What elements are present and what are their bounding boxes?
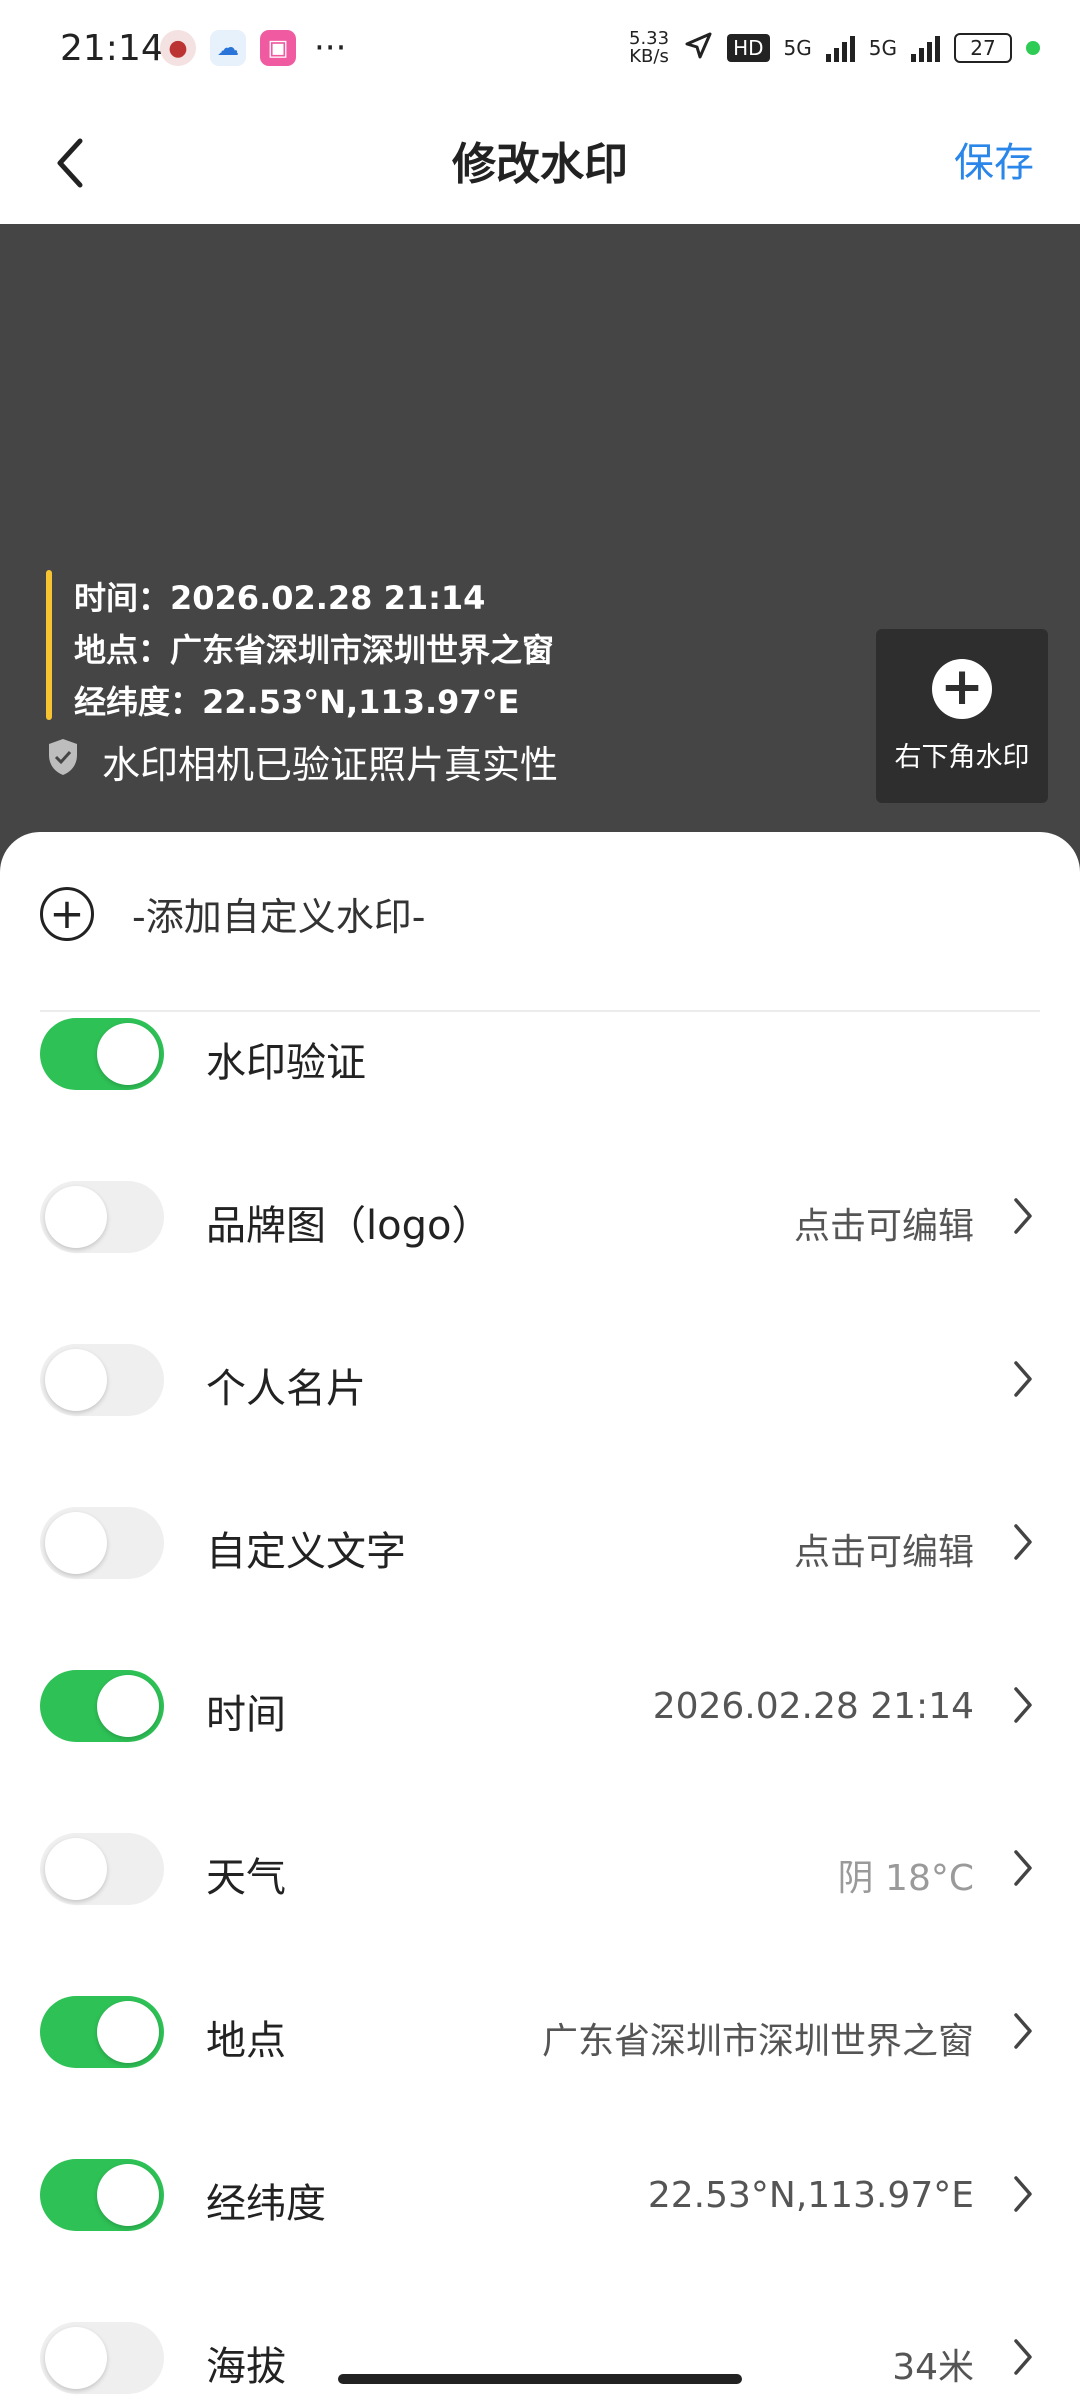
toggle-switch[interactable] xyxy=(40,1670,164,1742)
setting-label: 自定义文字 xyxy=(206,1529,406,1575)
settings-sheet: + -添加自定义水印- 水印验证 品牌图（logo） 点击可编辑 个人名片 自定义文字点… xyxy=(0,832,1080,2401)
setting-row[interactable]: 经纬度 22.53°N,113.97°E xyxy=(0,2135,1080,2255)
setting-label: 经纬度 xyxy=(206,2181,326,2227)
setting-row[interactable]: 天气 阴 18°C xyxy=(0,1809,1080,1929)
toggle-knob xyxy=(97,2164,159,2226)
setting-row[interactable]: 水印验证 xyxy=(0,994,1080,1114)
shield-check-icon xyxy=(46,737,80,786)
bottom-right-watermark-label: 右下角水印 xyxy=(894,741,1030,773)
setting-row[interactable]: 地点 广东省深圳市深圳世界之窗 xyxy=(0,1972,1080,2092)
setting-label: 个人名片 xyxy=(206,1366,366,1412)
add-circle-icon: + xyxy=(40,886,94,941)
setting-value: 点击可编辑 xyxy=(793,1532,974,1573)
setting-label: 时间 xyxy=(206,1692,286,1738)
toggle-knob xyxy=(45,1512,107,1574)
setting-row[interactable]: 海拔 34米 xyxy=(0,2298,1080,2401)
toggle-switch[interactable] xyxy=(40,1996,164,2068)
toggle-knob xyxy=(97,1675,159,1737)
watermark-time-line: 时间：2026.02.28 21:14 xyxy=(74,579,486,617)
setting-label: 地点 xyxy=(206,2018,286,2064)
toggle-knob xyxy=(97,2001,159,2063)
more-notifications-icon: ··· xyxy=(314,28,347,68)
chevron-right-icon xyxy=(1010,2010,1040,2054)
toggle-knob xyxy=(45,2327,107,2389)
setting-label: 海拔 xyxy=(206,2344,286,2390)
setting-value: 22.53°N,113.97°E xyxy=(647,2175,974,2216)
toggle-switch[interactable] xyxy=(40,2322,164,2394)
location-arrow-icon xyxy=(683,31,713,66)
watermark-preview: 时间：2026.02.28 21:14 地点：广东省深圳市深圳世界之窗 经纬度：… xyxy=(0,224,1080,884)
signal-icon-1 xyxy=(825,34,855,62)
setting-value: 广东省深圳市深圳世界之窗 xyxy=(541,2021,974,2062)
chevron-right-icon xyxy=(1010,1358,1040,1402)
watermark-verify-text: 水印相机已验证照片真实性 xyxy=(102,743,559,787)
toggle-knob xyxy=(45,1838,107,1900)
setting-row[interactable]: 个人名片 xyxy=(0,1320,1080,1440)
setting-value: 点击可编辑 xyxy=(793,1206,974,1247)
cloud-app-icon: ☁ xyxy=(210,30,246,66)
title-bar: 修改水印 保存 xyxy=(0,100,1080,224)
net2-label: 5G xyxy=(868,36,897,60)
toggle-switch[interactable] xyxy=(40,2159,164,2231)
network-speed: 5.33 KB/s xyxy=(629,28,670,67)
watermark-location-line: 地点：广东省深圳市深圳世界之窗 xyxy=(74,631,555,669)
setting-label: 水印验证 xyxy=(206,1040,366,1086)
plus-icon: + xyxy=(932,658,992,719)
save-button[interactable]: 保存 xyxy=(954,130,1034,188)
setting-row[interactable]: 品牌图（logo） 点击可编辑 xyxy=(0,1157,1080,1277)
battery-icon: 27 xyxy=(954,33,1012,63)
watermark-verify-line: 水印相机已验证照片真实性 xyxy=(46,734,558,789)
add-custom-watermark-button[interactable]: + -添加自定义水印- xyxy=(40,886,425,941)
page-title: 修改水印 xyxy=(452,139,628,190)
avatar-app-icon: ● xyxy=(160,30,196,66)
watermark-accent-bar xyxy=(46,570,52,720)
bilibili-app-icon: ▣ xyxy=(260,30,296,66)
privacy-indicator-dot xyxy=(1026,41,1040,55)
chevron-right-icon xyxy=(1010,2173,1040,2217)
watermark-coords-line: 经纬度：22.53°N,113.97°E xyxy=(74,683,520,721)
notification-icons: ● ☁ ▣ ··· xyxy=(160,28,346,68)
net1-label: 5G xyxy=(783,36,812,60)
setting-label: 品牌图（logo） xyxy=(206,1203,492,1249)
toggle-knob xyxy=(97,1023,159,1085)
status-bar: 21:14 ● ☁ ▣ ··· 5.33 KB/s HD 5G 5G 27 xyxy=(0,0,1080,100)
toggle-switch[interactable] xyxy=(40,1018,164,1090)
toggle-switch[interactable] xyxy=(40,1833,164,1905)
hd-badge: HD xyxy=(727,34,770,62)
setting-row[interactable]: 时间 2026.02.28 21:14 xyxy=(0,1646,1080,1766)
chevron-right-icon xyxy=(1010,1847,1040,1891)
setting-value: 34米 xyxy=(892,2347,974,2388)
setting-label: 天气 xyxy=(206,1855,286,1901)
toggle-switch[interactable] xyxy=(40,1181,164,1253)
setting-value: 阴 18°C xyxy=(837,1858,974,1899)
home-indicator[interactable] xyxy=(338,2374,742,2384)
chevron-right-icon xyxy=(1010,2336,1040,2380)
bottom-right-watermark-button[interactable]: + 右下角水印 xyxy=(876,629,1048,803)
setting-row[interactable]: 自定义文字 点击可编辑 xyxy=(0,1483,1080,1603)
toggle-switch[interactable] xyxy=(40,1344,164,1416)
toggle-switch[interactable] xyxy=(40,1507,164,1579)
chevron-right-icon xyxy=(1010,1521,1040,1565)
status-time: 21:14 xyxy=(60,28,164,69)
status-indicators: 5.33 KB/s HD 5G 5G 27 xyxy=(629,30,1040,66)
signal-icon-2 xyxy=(911,34,940,62)
add-custom-watermark-label: -添加自定义水印- xyxy=(132,895,426,939)
toggle-knob xyxy=(45,1349,107,1411)
toggle-knob xyxy=(45,1186,107,1248)
chevron-right-icon xyxy=(1010,1195,1040,1239)
setting-value: 2026.02.28 21:14 xyxy=(652,1686,974,1727)
chevron-right-icon xyxy=(1010,1684,1040,1728)
